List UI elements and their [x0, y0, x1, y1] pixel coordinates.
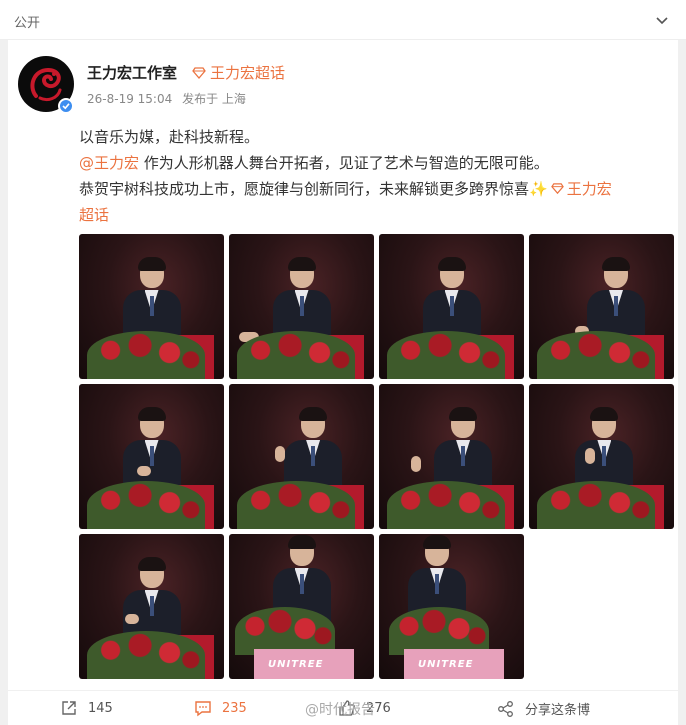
inline-topic-link-cont[interactable]: 超话 [79, 206, 109, 224]
chevron-down-icon[interactable] [654, 12, 670, 28]
post-meta: 26-8-19 15:04 发布于 上海 [87, 90, 252, 107]
post-photo-5[interactable] [79, 384, 224, 529]
photo-brand-text: UNITREE [268, 659, 324, 670]
post-photo-9[interactable] [79, 534, 224, 679]
post-photo-10[interactable]: UNITREE [229, 534, 374, 679]
photo-brand-text: UNITREE [418, 659, 474, 670]
author-name[interactable]: 王力宏工作室 [87, 62, 177, 83]
share-button[interactable]: 分享这条博 [497, 699, 590, 718]
post-photo-2[interactable] [229, 234, 374, 379]
share-label: 分享这条博 [525, 703, 591, 718]
post-visibility-bar: 公开 [0, 0, 686, 40]
diamond-icon [550, 183, 564, 195]
post-line-2-text: 作为人形机器人舞台开拓者，见证了艺术与智造的无限可能。 [139, 154, 549, 172]
watermark: @时代报告 [305, 702, 375, 718]
post-photo-11[interactable]: UNITREE [379, 534, 524, 679]
post-text: 以音乐为媒，赴科技新程。 @王力宏 作为人形机器人舞台开拓者，见证了艺术与智造的… [79, 124, 669, 228]
share-icon [498, 700, 513, 717]
post-line-3: 恭贺宇树科技成功上市，愿旋律与创新同行，未来解锁更多跨界惊喜✨ 王力宏 [79, 176, 669, 202]
post-timestamp[interactable]: 26-8-19 15:04 [87, 92, 172, 106]
post-line-2: @王力宏 作为人形机器人舞台开拓者，见证了艺术与智造的无限可能。 [79, 150, 669, 176]
forward-count: 145 [88, 700, 113, 716]
forward-icon [62, 701, 76, 715]
post-photo-6[interactable] [229, 384, 374, 529]
comment-count: 235 [222, 700, 247, 716]
super-topic-link[interactable]: 王力宏超话 [192, 62, 285, 83]
forward-button[interactable]: 145 [60, 699, 113, 717]
comment-button[interactable]: 235 [194, 699, 247, 717]
post-line-1: 以音乐为媒，赴科技新程。 [79, 128, 260, 146]
post-location: 发布于 上海 [182, 92, 246, 106]
post-line-3-text: 恭贺宇树科技成功上市，愿旋律与创新同行，未来解锁更多跨界惊喜 [79, 180, 530, 198]
weibo-post-card: 王力宏工作室 王力宏超话 26-8-19 15:04 发布于 上海 以音乐为媒，… [8, 40, 678, 725]
post-photo-4[interactable] [529, 234, 674, 379]
post-photo-3[interactable] [379, 234, 524, 379]
sparkle-icon: ✨ [529, 180, 548, 198]
post-line-4: 超话 [79, 202, 669, 228]
post-photo-7[interactable] [379, 384, 524, 529]
diamond-icon [192, 66, 206, 79]
mention-link[interactable]: @王力宏 [79, 154, 139, 172]
inline-topic-link[interactable]: 王力宏 [567, 180, 612, 198]
post-photo-1[interactable] [79, 234, 224, 379]
verified-badge-icon [58, 98, 74, 114]
super-topic-label: 王力宏超话 [210, 64, 286, 82]
visibility-label: 公开 [14, 16, 41, 31]
post-photo-8[interactable] [529, 384, 674, 529]
post-action-bar: 145 235 276 @时代报告 分享这条博 [8, 690, 678, 725]
comment-icon [195, 701, 211, 717]
